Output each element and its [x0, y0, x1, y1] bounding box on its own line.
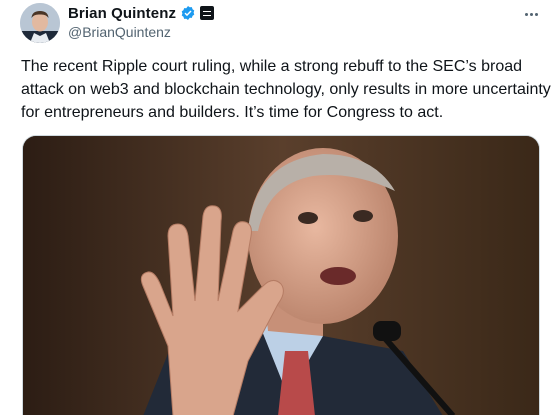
tweet-card: Brian Quintenz @BrianQuintenz The recent…	[0, 0, 560, 415]
author-block: Brian Quintenz @BrianQuintenz	[68, 4, 215, 40]
tweet-text: The recent Ripple court ruling, while a …	[21, 58, 551, 121]
avatar[interactable]	[20, 3, 60, 43]
author-handle[interactable]: @BrianQuintenz	[68, 24, 214, 40]
display-name[interactable]: Brian Quintenz	[68, 5, 176, 22]
name-row: Brian Quintenz	[68, 4, 215, 22]
more-horizontal-icon[interactable]	[520, 8, 542, 20]
tweet-photo[interactable]	[22, 135, 540, 415]
verified-badge-icon	[181, 6, 195, 20]
affiliation-badge-icon[interactable]	[200, 6, 215, 20]
